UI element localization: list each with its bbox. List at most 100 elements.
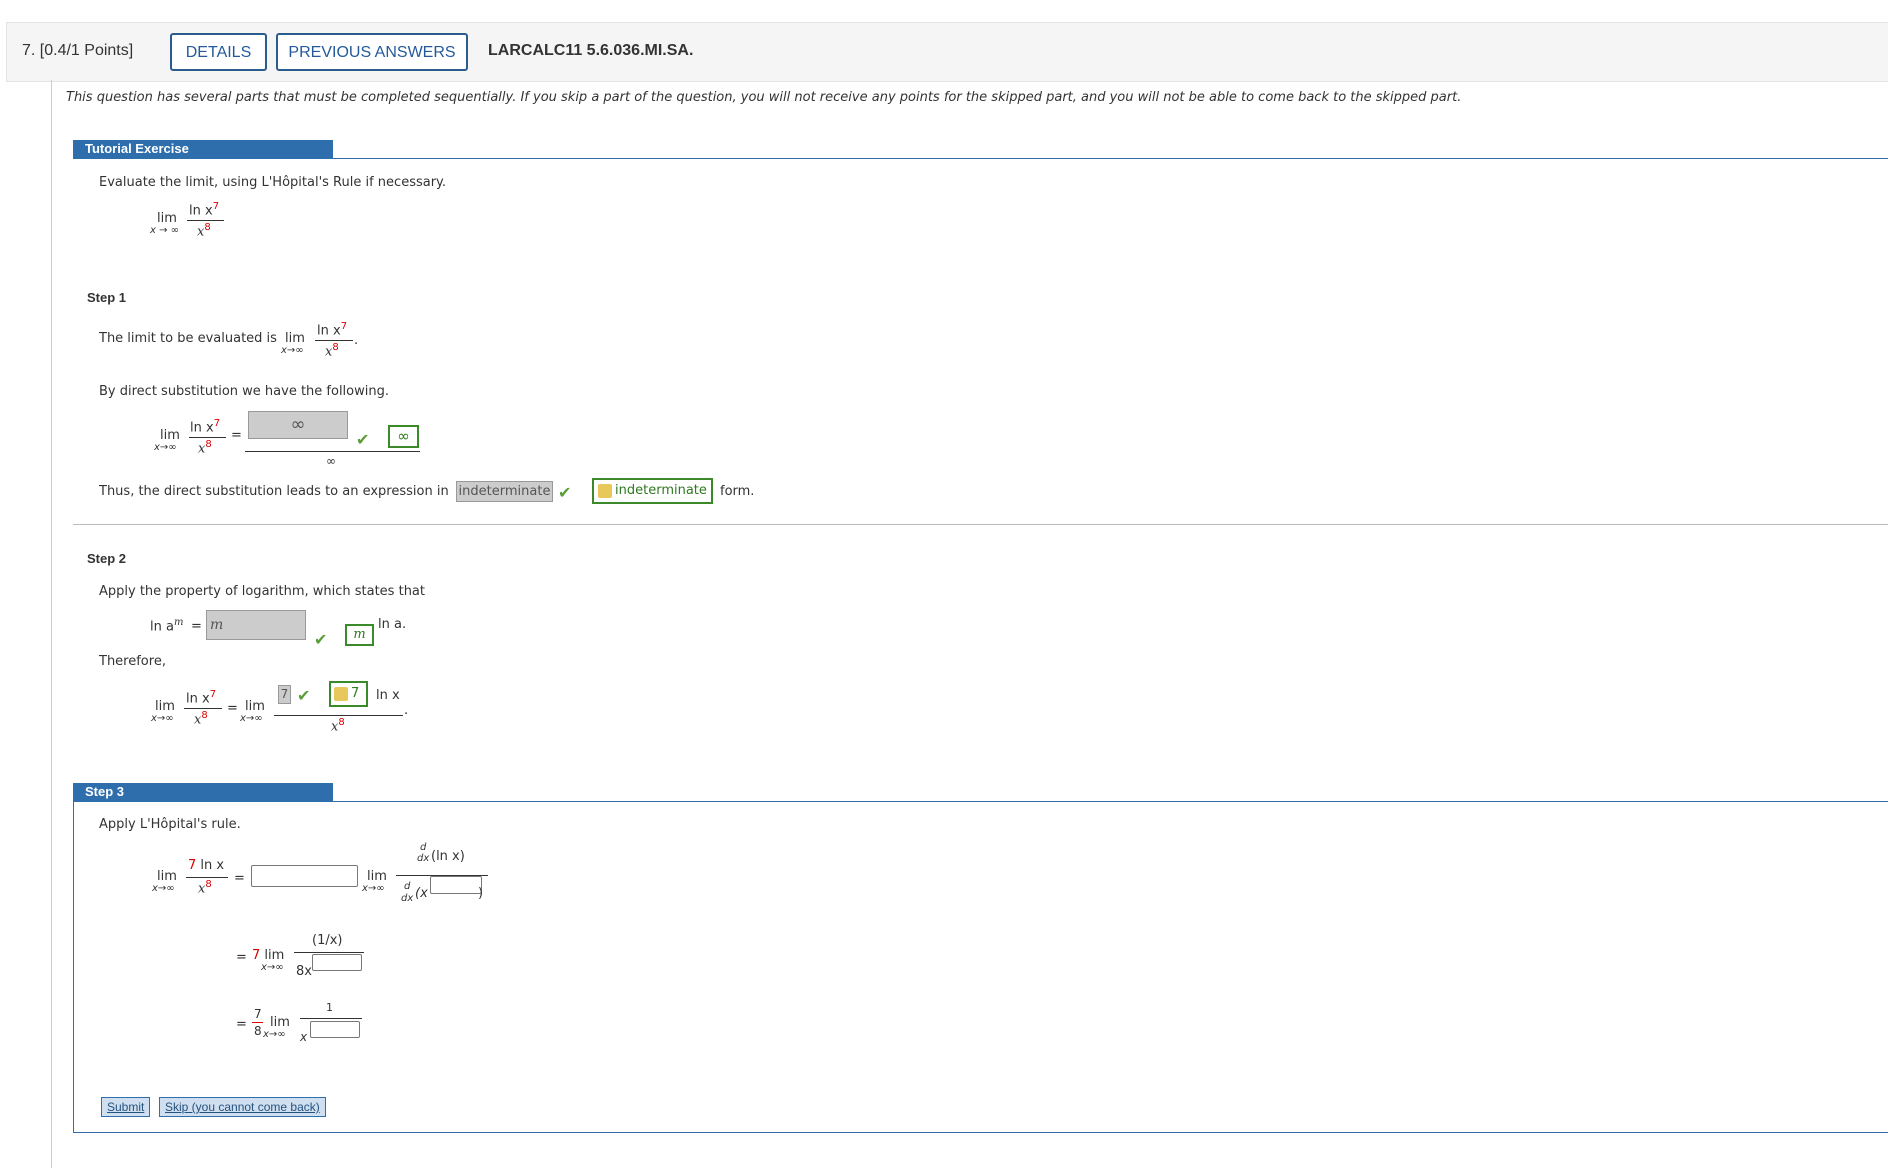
step3-l1-sub: x→∞ — [152, 883, 175, 894]
tutorial-prompt: Evaluate the limit, using L'Hôpital's Ru… — [99, 175, 447, 190]
key-icon — [334, 686, 348, 701]
step2-equals: = — [191, 619, 202, 634]
step3-l3-fraction-bar — [300, 1018, 362, 1019]
step2-fraction-bar — [184, 708, 222, 709]
step3-l2-denominator: 8x — [296, 964, 312, 979]
step1-sub: x→∞ — [281, 345, 304, 356]
step3-l1-rhs-sub: x→∞ — [362, 883, 385, 894]
instructions-text: This question has several parts that mus… — [66, 90, 1462, 105]
step3-l1-lim: lim — [157, 869, 177, 884]
step3-l3-coef-bar — [252, 1022, 263, 1023]
step2-ln-x: ln x — [376, 688, 400, 703]
step3-l3-sub: x→∞ — [263, 1029, 286, 1040]
step1-lim: lim — [285, 331, 305, 346]
limit-sub: x → ∞ — [150, 225, 179, 236]
step3-l3-exponent-input[interactable] — [310, 1021, 360, 1038]
step2-ln-am: ln am — [150, 617, 184, 635]
step1-correct-form: indeterminate — [592, 478, 713, 504]
limit-numerator: ln x7 — [189, 201, 220, 219]
step3-l1-dx-top: dx — [417, 853, 430, 864]
step3-l1-fraction-bar — [186, 877, 228, 878]
step1-eq-lim: lim — [160, 428, 180, 443]
step1-main-fraction-bar — [245, 451, 420, 452]
points-label: [0.4/1 Points] — [39, 42, 134, 59]
step1-denominator: x8 — [325, 342, 339, 360]
step3-text: Apply L'Hôpital's rule. — [99, 817, 241, 832]
step3-coefficient-input[interactable] — [251, 865, 358, 887]
details-button[interactable]: DETAILS — [170, 33, 267, 71]
step1-eq-sub: x→∞ — [154, 442, 177, 453]
step1-denominator-value: ∞ — [326, 454, 336, 468]
step1-divider — [73, 524, 1888, 525]
skip-button[interactable]: Skip (you cannot come back) — [159, 1097, 326, 1117]
check-icon: ✔ — [297, 686, 311, 705]
step1-eq-denominator: x8 — [198, 439, 212, 457]
check-icon: ✔ — [314, 630, 328, 649]
tutorial-divider — [73, 158, 1888, 159]
step1-direct-text: By direct substitution we have the follo… — [99, 384, 389, 399]
fraction-bar — [187, 220, 224, 221]
step1-numerator: ln x7 — [317, 321, 348, 339]
step1-equals: = — [231, 428, 242, 443]
step1-submitted-form: indeterminate — [456, 481, 553, 502]
step3-top-border — [73, 801, 1888, 802]
limit-denominator: x8 — [197, 222, 211, 240]
step2-denominator: x8 — [194, 710, 208, 728]
step3-l1-dx-bottom: dx — [401, 893, 414, 904]
step3-l3-coef-num: 7 — [254, 1007, 262, 1021]
step1-period: . — [354, 333, 359, 348]
check-icon: ✔ — [356, 430, 370, 449]
left-rule — [51, 80, 52, 1168]
step1-text: The limit to be evaluated is — [99, 331, 277, 346]
step3-l1-equals: = — [234, 871, 245, 886]
step3-l3-numerator: 1 — [326, 1001, 333, 1014]
step2-period: . — [404, 703, 409, 718]
tutorial-tab: Tutorial Exercise — [73, 140, 333, 158]
step3-l3-coef-den: 8 — [254, 1024, 262, 1038]
step3-left-border — [73, 801, 74, 1133]
step2-correct-coef: 7 — [329, 681, 368, 707]
step2-therefore: Therefore, — [99, 654, 166, 669]
step3-l1-paren-open: (x — [415, 886, 428, 901]
step3-l2-equals: = — [236, 950, 247, 965]
step2-lim: lim — [155, 699, 175, 714]
step3-l2-exponent-input[interactable] — [312, 954, 362, 971]
step3-l1-d-top: d — [420, 842, 427, 853]
step3-l3-equals: = — [236, 1017, 247, 1032]
step2-submitted-coef: 7 — [278, 685, 291, 704]
step2-rhs-denominator: x8 — [331, 717, 345, 735]
key-icon — [598, 483, 612, 498]
step1-fraction-bar — [315, 340, 353, 341]
step1-submitted-answer: ∞ — [248, 411, 348, 439]
step3-l1-paren-close: ) — [478, 886, 484, 901]
step2-title: Step 2 — [87, 551, 127, 566]
step2-ln-a: ln a. — [378, 617, 407, 632]
step2-submitted-answer: m — [206, 610, 306, 640]
step2-eq-equals: = — [227, 701, 238, 716]
step1-form-suffix: form. — [720, 484, 755, 499]
step3-l2-numerator: (1/x) — [312, 933, 343, 948]
step2-rhs-fraction-bar — [274, 715, 403, 716]
step1-correct-answer: ∞ — [388, 425, 419, 448]
step3-exponent-input[interactable] — [430, 876, 482, 894]
step3-l1-numerator: 7 ln x — [188, 858, 225, 873]
problem-code: LARCALC11 5.6.036.MI.SA. — [488, 42, 694, 59]
step3-bottom-border — [73, 1132, 1888, 1133]
step1-title: Step 1 — [87, 290, 127, 305]
step3-l2-sub: x→∞ — [261, 962, 284, 973]
step1-eq-numerator: ln x7 — [190, 418, 221, 436]
step1-thus-text: Thus, the direct substitution leads to a… — [99, 484, 449, 499]
submit-button[interactable]: Submit — [101, 1097, 151, 1117]
step3-l3-lim: lim — [270, 1015, 290, 1030]
check-icon: ✔ — [558, 483, 572, 502]
question-number: 7. — [22, 42, 36, 59]
step3-l2-lim: 7 lim — [252, 948, 285, 963]
step2-sub: x→∞ — [151, 713, 174, 724]
step3-l1-d-bottom: d — [404, 881, 411, 892]
step1-eq-fraction-bar — [189, 437, 226, 438]
step3-l1-denominator: x8 — [198, 879, 212, 897]
step3-l2-fraction-bar — [294, 952, 364, 953]
step3-l3-denominator: x — [300, 1030, 308, 1044]
step2-correct-answer: m — [345, 624, 374, 646]
previous-answers-button[interactable]: PREVIOUS ANSWERS — [276, 33, 468, 71]
